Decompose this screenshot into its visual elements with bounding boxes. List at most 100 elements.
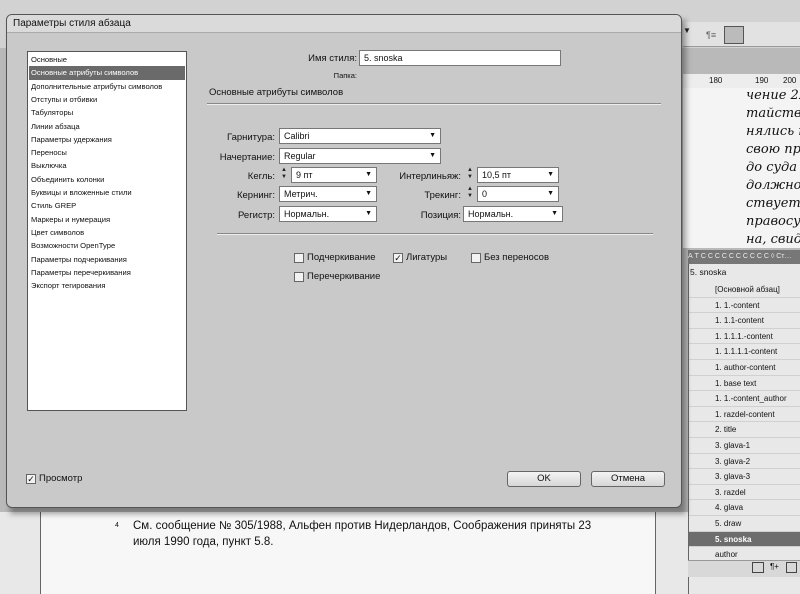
kerning-select[interactable]: Метрич. [279, 186, 377, 202]
footnote-text-line: июля 1990 года, пункт 5.8. [133, 536, 274, 548]
style-list-item[interactable]: 5. draw [689, 516, 800, 532]
position-label: Позиция: [420, 210, 461, 221]
style-name-label: Имя стиля: [308, 53, 357, 64]
size-input[interactable]: 9 пт [291, 167, 377, 183]
category-item[interactable]: Дополнительные атрибуты символов [29, 80, 185, 93]
font-family-select[interactable]: Calibri [279, 128, 441, 144]
ruler-tick: 180 [709, 76, 723, 85]
underline-label: Подчеркивание [307, 252, 376, 263]
underline-checkbox[interactable] [294, 253, 304, 263]
paragraph-style-options-dialog: Параметры стиля абзаца Основные Основные … [6, 14, 682, 508]
style-name-input[interactable]: 5. snoska [359, 50, 561, 66]
columns-icon[interactable] [724, 26, 744, 44]
no-break-checkbox[interactable] [471, 253, 481, 263]
case-select[interactable]: Нормальн. [279, 206, 377, 222]
category-item[interactable]: Переносы [29, 146, 185, 159]
ruler-tick: 200 [783, 76, 797, 85]
style-list-item[interactable]: 1. 1.1-content [689, 313, 800, 329]
checkmark-icon: ✓ [394, 253, 402, 263]
style-list-item[interactable]: 1. 1.1.1.1-content [689, 344, 800, 360]
category-item[interactable]: Экспорт тегирования [29, 279, 185, 292]
category-item[interactable]: Параметры удержания [29, 133, 185, 146]
style-list-item[interactable]: 5. snoska [689, 531, 800, 548]
divider [207, 103, 661, 105]
category-item[interactable]: Выключка [29, 159, 185, 172]
category-item[interactable]: Буквицы и вложенные стили [29, 186, 185, 199]
category-item[interactable]: Табуляторы [29, 106, 185, 119]
category-item[interactable]: Параметры перечеркивания [29, 266, 185, 279]
category-item[interactable]: Возможности OpenType [29, 239, 185, 252]
ligatures-checkbox[interactable]: ✓ [393, 253, 403, 263]
style-list-item[interactable]: 1. author-content [689, 360, 800, 376]
doc-text-line: до суда с [746, 160, 800, 175]
footnote-text-line: См. сообщение № 305/1988, Альфен против … [133, 520, 592, 532]
leading-stepper-arrows[interactable]: ▲ ▼ [465, 167, 475, 183]
font-style-label: Начертание: [219, 152, 275, 163]
ok-button[interactable]: OK [507, 471, 581, 487]
style-list-item[interactable]: 1. 1.-content [689, 298, 800, 314]
case-label: Регистр: [238, 210, 275, 221]
style-list-item[interactable]: 1. base text [689, 376, 800, 392]
category-item[interactable]: Стиль GREP [29, 199, 185, 212]
style-list-item[interactable]: [Основной абзац] [689, 282, 800, 298]
panel-footer [688, 560, 800, 577]
category-item[interactable]: Цвет символов [29, 226, 185, 239]
doc-text-line: на, свиде [746, 232, 800, 247]
new-group-icon[interactable] [752, 562, 764, 573]
paragraph-icon[interactable]: ¶≡ [706, 30, 720, 42]
horizontal-ruler[interactable]: 180 190 200 [683, 74, 800, 89]
dialog-title[interactable]: Параметры стиля абзаца [7, 15, 681, 33]
tracking-label: Трекинг: [424, 190, 461, 201]
style-list-item[interactable]: 3. glava-3 [689, 469, 800, 485]
category-item[interactable]: Линии абзаца [29, 120, 185, 133]
doc-text-line: нялись п [746, 124, 800, 139]
kerning-label: Кернинг: [236, 190, 275, 201]
font-family-label: Гарнитура: [226, 132, 275, 143]
cancel-button[interactable]: Отмена [591, 471, 665, 487]
strikethrough-checkbox[interactable] [294, 272, 304, 282]
style-list-item[interactable]: 3. razdel [689, 485, 800, 501]
style-list-item[interactable]: 4. glava [689, 500, 800, 516]
footnote-number: 4 [115, 522, 119, 529]
preview-label: Просмотр [39, 473, 83, 484]
tracking-input[interactable]: 0 [477, 186, 559, 202]
doc-text-line: тайства е [746, 106, 800, 121]
category-item[interactable]: Маркеры и нумерация [29, 213, 185, 226]
position-select[interactable]: Нормальн. [463, 206, 563, 222]
divider [217, 233, 653, 235]
no-break-label: Без переносов [484, 252, 550, 263]
panel-tabs[interactable]: А Т С С С С С С С С С С ◊ Ст… [688, 250, 800, 264]
leading-input[interactable]: 10,5 пт [477, 167, 559, 183]
category-item[interactable]: Объединить колонки [29, 173, 185, 186]
current-style-label: 5. snoska [690, 267, 727, 277]
new-style-icon[interactable] [786, 562, 797, 573]
doc-text-line: свою про [746, 142, 800, 157]
category-item[interactable]: Основные атрибуты символов [29, 66, 185, 80]
category-item[interactable]: Параметры подчеркивания [29, 253, 185, 266]
size-stepper-arrows[interactable]: ▲ ▼ [279, 167, 289, 183]
category-item[interactable]: Отступы и отбивки [29, 93, 185, 106]
style-list-item[interactable]: 1. razdel-content [689, 407, 800, 423]
style-list-item[interactable]: 1. 1.1.1.-content [689, 329, 800, 345]
preview-checkbox[interactable]: ✓ [26, 474, 36, 484]
ligatures-label: Лигатуры [406, 252, 448, 263]
size-label: Кегль: [247, 171, 275, 182]
clear-overrides-icon[interactable]: ¶+ [770, 562, 779, 571]
section-title: Основные атрибуты символов [209, 87, 344, 98]
category-item[interactable]: Основные [29, 53, 185, 66]
style-list-item[interactable]: 3. glava-1 [689, 438, 800, 454]
tracking-stepper-arrows[interactable]: ▲ ▼ [465, 186, 475, 202]
font-style-select[interactable]: Regular [279, 148, 441, 164]
doc-text-line: чение 22 [746, 88, 800, 103]
strikethrough-label: Перечеркивание [307, 271, 381, 282]
style-list-item[interactable]: 3. glava-2 [689, 454, 800, 470]
folder-label: Папка: [333, 71, 357, 80]
style-list-item[interactable]: 1. 1.-content_author [689, 391, 800, 407]
doc-text-line: ствует - [746, 196, 800, 211]
doc-text-line: правосуд [746, 214, 800, 229]
category-list[interactable]: Основные Основные атрибуты символов Дополн… [27, 51, 187, 411]
checkmark-icon: ✓ [27, 474, 35, 484]
ruler-tick: 190 [755, 76, 769, 85]
leading-label: Интерлиньяж: [399, 171, 461, 182]
style-list-item[interactable]: 2. title [689, 422, 800, 438]
